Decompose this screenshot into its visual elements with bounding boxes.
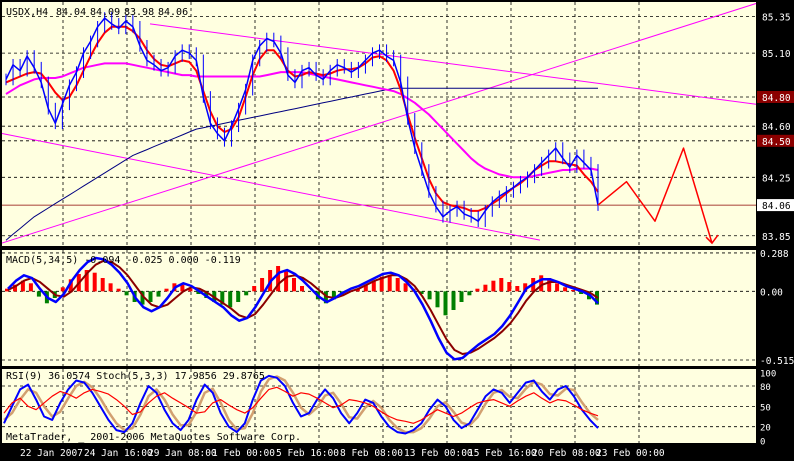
macd-histogram-bar	[284, 271, 289, 292]
price-tick-label: 85.35	[762, 13, 791, 24]
price-ohlc-high: 84.09	[90, 7, 120, 18]
macd-histogram-bar	[108, 283, 113, 292]
macd-histogram-bar	[451, 291, 456, 310]
macd-histogram-bar	[499, 278, 504, 292]
macd-histogram-bar	[116, 288, 121, 292]
macd-histogram-bar	[244, 291, 249, 296]
macd-panel[interactable]: MACD(5,34,5) -0.094 -0.025 0.000 -0.119 …	[2, 249, 794, 367]
x-tick-label: 22 Jan 2007	[20, 448, 83, 459]
price-tick-label: 84.50	[762, 137, 791, 148]
macd-histogram-bar	[36, 291, 41, 297]
price-ohlc-open: 84.04	[56, 7, 86, 18]
oscillator-tick-label: 100	[760, 369, 776, 379]
macd-histogram-bar	[252, 286, 257, 292]
x-tick-label: 29 Jan 08:00	[148, 448, 217, 459]
macd-histogram-bar	[228, 291, 233, 308]
price-tick-label: 84.60	[762, 122, 791, 133]
x-tick-label: 13 Feb 00:00	[404, 448, 473, 459]
macd-panel-title: MACD(5,34,5) -0.094 -0.025 0.000 -0.119	[6, 255, 241, 266]
macd-tick-label: 0.288	[760, 249, 789, 260]
macd-histogram-bar	[260, 278, 265, 292]
oscillator-tick-label: 20	[760, 424, 771, 434]
macd-histogram-bar	[427, 291, 432, 300]
macd-histogram-bar	[60, 287, 65, 292]
macd-histogram-bar	[515, 286, 520, 292]
macd-histogram-bar	[395, 278, 400, 292]
x-tick-label: 5 Feb 16:00	[276, 448, 339, 459]
oscillator-panel-title: RSI(9) 36.0574 Stoch(5,3,3) 17.9856 29.8…	[6, 371, 265, 382]
oscillator-tick-label: 50	[760, 403, 771, 413]
x-tick-label: 23 Feb 00:00	[596, 448, 665, 459]
macd-histogram-bar	[92, 272, 97, 292]
oscillator-tick-label: 80	[760, 383, 771, 393]
macd-histogram-bar	[443, 291, 448, 316]
macd-histogram-bar	[467, 291, 472, 296]
macd-histogram-bar	[507, 282, 512, 292]
price-tick-label: 85.10	[762, 49, 791, 60]
price-tick-label: 84.25	[762, 173, 791, 184]
macd-histogram-bar	[387, 275, 392, 292]
macd-histogram-bar	[28, 283, 33, 292]
macd-tick-label: -0.515	[760, 356, 794, 367]
macd-histogram-bar	[563, 287, 568, 292]
price-tick-label: 84.80	[762, 93, 791, 104]
x-tick-label: 8 Feb 08:00	[340, 448, 403, 459]
price-plot-area	[2, 2, 756, 246]
time-x-axis: 22 Jan 2007 24 Jan 16:0029 Jan 08:001 Feb…	[20, 448, 665, 459]
trading-chart: USDX,H4 84.04 84.09 83.98 84.06 85.35 85.…	[0, 0, 794, 461]
macd-histogram-bar	[236, 291, 241, 302]
macd-histogram-bar	[475, 288, 480, 292]
macd-histogram-bar	[148, 291, 153, 302]
price-tick-label: 83.85	[762, 232, 791, 243]
macd-histogram-bar	[164, 288, 169, 292]
price-ohlc-close: 84.06	[158, 7, 188, 18]
oscillator-tick-label: 0	[760, 437, 765, 447]
macd-histogram-bar	[300, 286, 304, 292]
x-tick-label: 24 Jan 16:00	[84, 448, 153, 459]
macd-histogram-bar	[459, 291, 464, 302]
macd-histogram-bar	[403, 283, 408, 292]
macd-histogram-bar	[555, 283, 560, 292]
macd-histogram-bar	[539, 275, 544, 292]
macd-histogram-bar	[435, 291, 440, 308]
oscillator-panel[interactable]: RSI(9) 36.0574 Stoch(5,3,3) 17.9856 29.8…	[2, 369, 776, 447]
footer-copyright: MetaTrader, _ 2001-2006 MetaQuotes Softw…	[6, 432, 301, 443]
x-tick-label: 15 Feb 16:00	[468, 448, 537, 459]
macd-histogram-bar	[483, 284, 488, 292]
x-tick-label: 20 Feb 08:00	[532, 448, 601, 459]
macd-histogram-bar	[124, 291, 129, 296]
price-ohlc-low: 83.98	[124, 7, 154, 18]
macd-histogram-bar	[491, 280, 496, 292]
macd-histogram-bar	[571, 290, 576, 292]
price-panel-title: USDX,H4	[6, 7, 48, 18]
macd-tick-label: 0.00	[760, 287, 783, 298]
macd-histogram-bar	[156, 291, 161, 297]
price-panel[interactable]: USDX,H4 84.04 84.09 83.98 84.06 85.35 85.…	[1, 2, 794, 246]
x-tick-label: 1 Feb 00:00	[212, 448, 275, 459]
macd-histogram-bar	[292, 278, 296, 292]
price-tick-label: 84.06	[762, 201, 791, 212]
macd-histogram-bar	[100, 278, 105, 292]
